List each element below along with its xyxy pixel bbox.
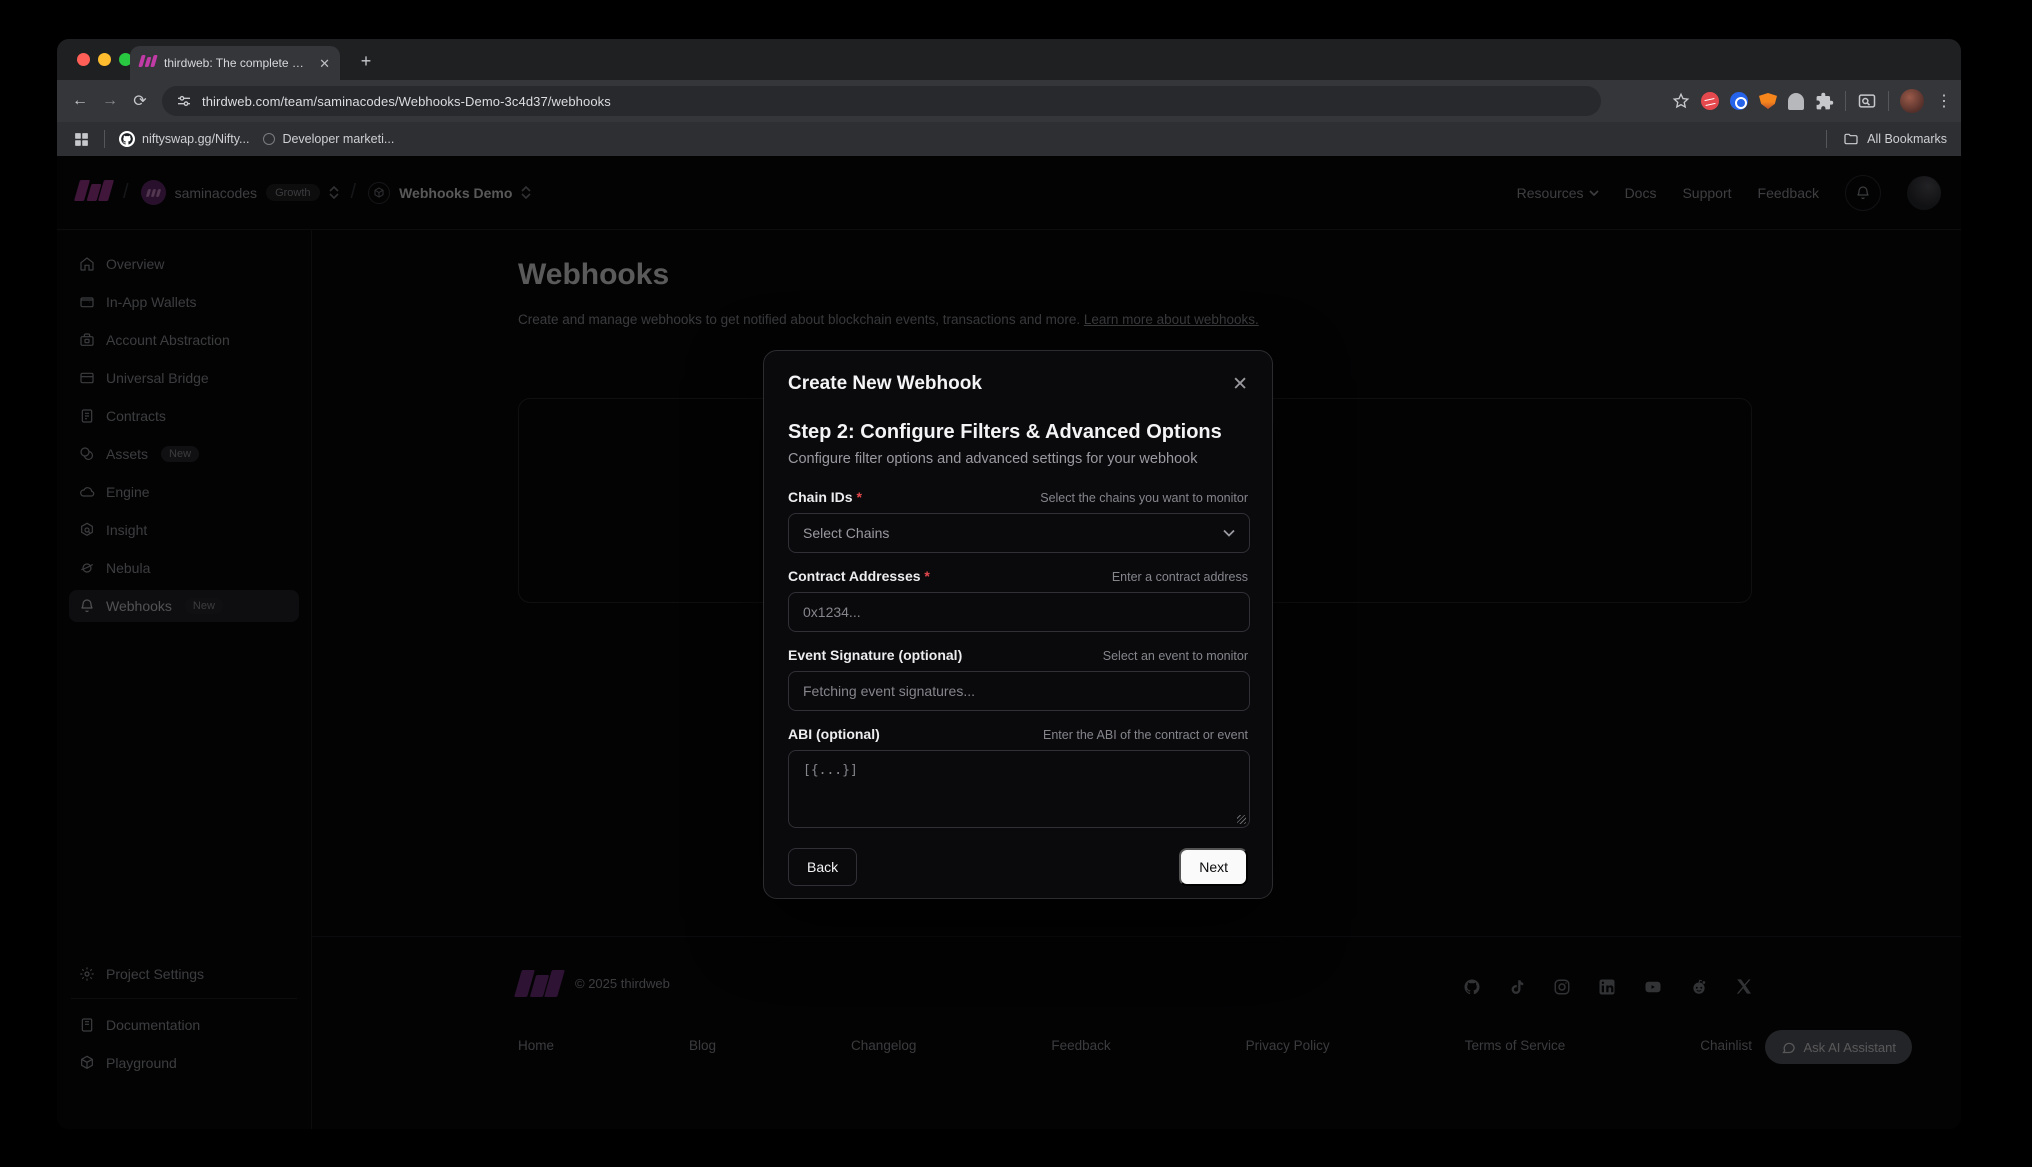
close-icon[interactable]: ✕ bbox=[1232, 375, 1248, 394]
bookmarks-bar: niftyswap.gg/Nifty... Developer marketi.… bbox=[57, 122, 1961, 156]
step-subtitle: Configure filter options and advanced se… bbox=[788, 451, 1248, 467]
bookmark-label: niftyswap.gg/Nifty... bbox=[142, 132, 249, 146]
step-title: Step 2: Configure Filters & Advanced Opt… bbox=[788, 421, 1248, 444]
forward-icon[interactable]: → bbox=[95, 92, 125, 110]
contract-addresses-label: Contract Addresses * bbox=[788, 568, 930, 584]
contract-address-input[interactable] bbox=[788, 592, 1250, 632]
all-bookmarks[interactable]: All Bookmarks bbox=[1826, 130, 1947, 148]
folder-icon bbox=[1843, 131, 1859, 147]
event-signature-hint: Select an event to monitor bbox=[1103, 649, 1248, 663]
new-tab-button[interactable]: + bbox=[353, 48, 379, 74]
bookmark-star-icon[interactable] bbox=[1672, 92, 1690, 110]
browser-menu-icon[interactable]: ⋮ bbox=[1935, 91, 1953, 111]
chevron-down-icon bbox=[1223, 529, 1235, 537]
site-settings-icon[interactable] bbox=[176, 93, 192, 109]
tab-title: thirdweb: The complete web3 bbox=[164, 56, 311, 70]
apps-grid-icon[interactable] bbox=[73, 131, 90, 148]
search-tabs-icon[interactable] bbox=[1857, 91, 1877, 111]
bookmark-label: Developer marketi... bbox=[282, 132, 394, 146]
browser-window: thirdweb: The complete web3 ✕ + ← → ⟳ th… bbox=[57, 39, 1961, 1129]
phantom-extension-icon[interactable] bbox=[1788, 93, 1804, 110]
bookmarks-divider bbox=[1826, 130, 1827, 148]
metamask-extension-icon[interactable] bbox=[1759, 93, 1777, 109]
contract-addresses-hint: Enter a contract address bbox=[1112, 570, 1248, 584]
next-button[interactable]: Next bbox=[1179, 848, 1248, 886]
extension-icon-blue[interactable] bbox=[1730, 92, 1748, 110]
abi-hint: Enter the ABI of the contract or event bbox=[1043, 728, 1248, 742]
thirdweb-favicon bbox=[140, 54, 156, 72]
extensions-puzzle-icon[interactable] bbox=[1815, 92, 1834, 111]
tab-strip: thirdweb: The complete web3 ✕ + bbox=[57, 39, 1961, 80]
window-controls bbox=[77, 53, 132, 66]
reload-icon[interactable]: ⟳ bbox=[125, 91, 155, 111]
github-favicon bbox=[119, 131, 135, 147]
toolbar-right-cluster: ⋮ bbox=[1672, 80, 1953, 122]
close-window-button[interactable] bbox=[77, 53, 90, 66]
toolbar-divider bbox=[1845, 91, 1846, 111]
bookmark-developer-marketing[interactable]: Developer marketi... bbox=[263, 132, 394, 146]
extension-icon-red[interactable] bbox=[1701, 92, 1719, 110]
bookmark-niftyswap[interactable]: niftyswap.gg/Nifty... bbox=[119, 131, 249, 147]
select-chains-dropdown[interactable]: Select Chains bbox=[788, 513, 1250, 553]
resize-handle[interactable] bbox=[1237, 815, 1246, 824]
back-button[interactable]: Back bbox=[788, 848, 857, 886]
browser-profile-avatar[interactable] bbox=[1900, 89, 1924, 113]
desktop: thirdweb: The complete web3 ✕ + ← → ⟳ th… bbox=[0, 0, 2032, 1167]
generic-favicon bbox=[263, 133, 275, 145]
browser-tab[interactable]: thirdweb: The complete web3 ✕ bbox=[130, 46, 340, 80]
minimize-window-button[interactable] bbox=[98, 53, 111, 66]
create-webhook-modal: Create New Webhook ✕ Step 2: Configure F… bbox=[763, 350, 1273, 899]
abi-textarea[interactable]: [{...}] bbox=[788, 750, 1250, 828]
bookmarks-divider bbox=[104, 130, 105, 148]
address-bar[interactable]: thirdweb.com/team/saminacodes/Webhooks-D… bbox=[162, 86, 1601, 116]
url-text: thirdweb.com/team/saminacodes/Webhooks-D… bbox=[202, 94, 611, 109]
toolbar-divider bbox=[1888, 91, 1889, 111]
event-signature-label: Event Signature (optional) bbox=[788, 647, 962, 663]
tab-close-icon[interactable]: ✕ bbox=[319, 57, 330, 70]
abi-label: ABI (optional) bbox=[788, 726, 880, 742]
all-bookmarks-label: All Bookmarks bbox=[1867, 132, 1947, 146]
modal-title: Create New Webhook bbox=[788, 373, 982, 395]
browser-toolbar: ← → ⟳ thirdweb.com/team/saminacodes/Webh… bbox=[57, 80, 1961, 122]
chain-ids-label: Chain IDs * bbox=[788, 489, 862, 505]
event-signature-input[interactable] bbox=[788, 671, 1250, 711]
back-icon[interactable]: ← bbox=[65, 92, 95, 110]
chain-ids-hint: Select the chains you want to monitor bbox=[1040, 491, 1248, 505]
